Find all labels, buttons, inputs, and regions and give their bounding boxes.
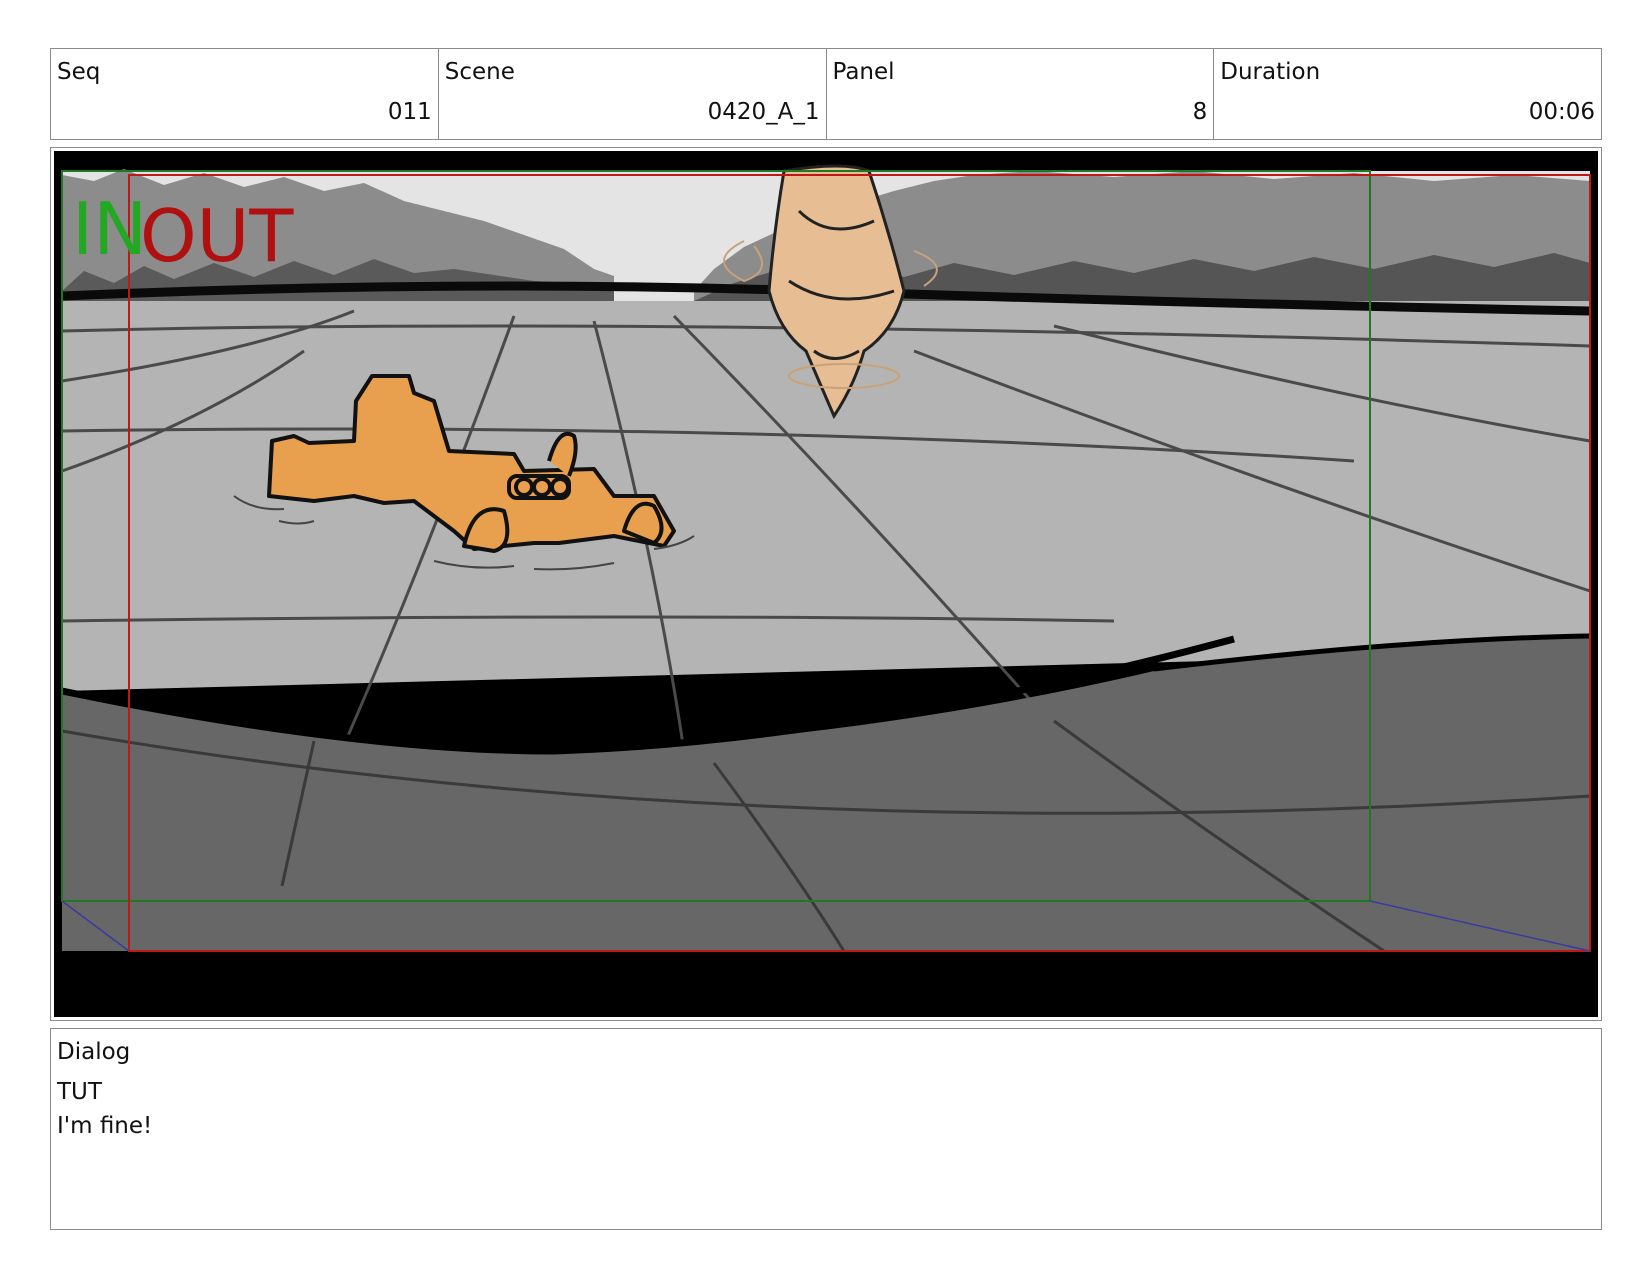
storyboard-drawing: IN OUT [54, 151, 1598, 1017]
dialog-box: Dialog TUT I'm fine! [50, 1028, 1602, 1230]
panel-value: 8 [1192, 99, 1208, 125]
dialog-label: Dialog [57, 1039, 131, 1065]
panel-label: Panel [832, 59, 895, 85]
dialog-line: I'm fine! [57, 1113, 153, 1139]
in-marker: IN [72, 187, 147, 271]
seq-cell: Seq 011 [51, 49, 439, 139]
scene-label: Scene [444, 59, 515, 85]
dialog-speaker: TUT [57, 1079, 102, 1105]
storyboard-frame: IN OUT [50, 147, 1602, 1021]
duration-value: 00:06 [1528, 99, 1595, 125]
duration-label: Duration [1220, 59, 1321, 85]
out-marker: OUT [140, 194, 294, 278]
scene-value: 0420_A_1 [707, 99, 820, 125]
seq-label: Seq [57, 59, 101, 85]
seq-value: 011 [387, 99, 432, 125]
scene-cell: Scene 0420_A_1 [439, 49, 827, 139]
duration-cell: Duration 00:06 [1214, 49, 1601, 139]
panel-cell: Panel 8 [827, 49, 1215, 139]
panel-info-header: Seq 011 Scene 0420_A_1 Panel 8 Duration … [50, 48, 1602, 140]
